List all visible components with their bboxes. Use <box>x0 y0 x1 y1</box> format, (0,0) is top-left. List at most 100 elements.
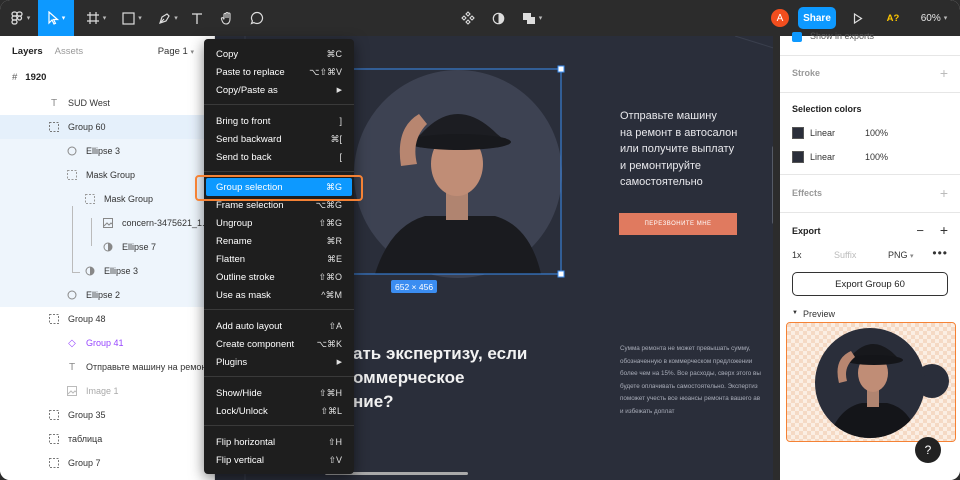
zoom-dropdown[interactable]: 60% ▾ <box>918 0 950 36</box>
component-button[interactable] <box>458 0 478 36</box>
image-icon <box>102 217 114 229</box>
layer-item[interactable]: Mask Group <box>0 187 215 211</box>
tab-layers[interactable]: Layers <box>12 46 43 57</box>
menu-item-send-to-back[interactable]: Send to back [ <box>204 148 354 166</box>
help-button[interactable]: ? <box>915 437 941 463</box>
menu-item-show-hide[interactable]: Show/Hide ⇧⌘H <box>204 384 354 402</box>
menu-item-copy-paste-as[interactable]: Copy/Paste as ▶ <box>204 81 354 99</box>
export-heading: Export <box>792 226 821 236</box>
comment-tool-button[interactable] <box>246 0 268 36</box>
resize-handle[interactable] <box>557 65 565 73</box>
body-line: будете оплачивать самостоятельно. Экспер… <box>620 382 758 390</box>
layer-item[interactable]: Group 48 <box>0 307 215 331</box>
layer-item[interactable]: таблица <box>0 427 215 451</box>
group-icon <box>48 409 60 421</box>
layer-item[interactable]: Ellipse 2 <box>0 283 215 307</box>
menu-item-use-as-mask[interactable]: Use as mask ^⌘M <box>204 286 354 304</box>
dashed-square-icon <box>67 170 77 180</box>
main-menu-button[interactable]: ▾ <box>4 0 36 36</box>
color-swatch[interactable] <box>792 151 804 163</box>
layer-item[interactable]: Ellipse 7 <box>0 235 215 259</box>
layer-item[interactable]: Mask Group <box>0 163 215 187</box>
menu-item-create-component[interactable]: Create component ⌥⌘K <box>204 335 354 353</box>
preview-label[interactable]: Preview <box>803 309 835 319</box>
menu-item-bring-to-front[interactable]: Bring to front] <box>204 112 354 130</box>
menu-item-plugins[interactable]: Plugins ▶ <box>204 353 354 371</box>
user-avatar[interactable]: A <box>771 9 789 27</box>
image-placeholder-icon <box>67 386 77 396</box>
frame-tool-button[interactable]: ▾ <box>80 0 112 36</box>
menu-item-shortcut: ⇧⌘L <box>320 405 342 416</box>
menu-item-shortcut: ⇧V <box>328 454 342 465</box>
show-in-exports-section: Show in exports <box>780 31 960 56</box>
layer-item[interactable]: concern-3475621_1... <box>0 211 215 235</box>
layer-item[interactable]: Image 1 <box>0 379 215 403</box>
layer-item[interactable]: T SUD West <box>0 91 215 115</box>
menu-item-ungroup[interactable]: Ungroup ⇧⌘G <box>204 214 354 232</box>
selection-colors-section: Selection colors Linear 100% Linear 100% <box>780 93 960 175</box>
menu-item-flip-horizontal[interactable]: Flip horizontal ⇧H <box>204 433 354 451</box>
menu-item-flip-vertical[interactable]: Flip vertical ⇧V <box>204 451 354 469</box>
layer-item[interactable]: Group 7 <box>0 451 215 475</box>
menu-item-group-selection[interactable]: Group selection ⌘G <box>206 178 352 196</box>
suffix-input[interactable]: Suffix <box>834 250 856 260</box>
menu-item-label: Flip horizontal <box>216 436 276 448</box>
layer-item[interactable]: T Отправьте машину на ремон... <box>0 355 215 379</box>
export-format-dropdown[interactable]: PNG ▾ <box>888 250 914 260</box>
missing-fonts-button[interactable]: A? <box>884 0 902 36</box>
layer-item-selected[interactable]: Group 60 <box>0 115 215 139</box>
dashed-square-icon <box>49 434 59 444</box>
tab-assets[interactable]: Assets <box>55 46 84 57</box>
cta-button[interactable]: ПЕРЕЗВОНИТЕ МНЕ <box>619 213 737 235</box>
layer-item[interactable]: Group 35 <box>0 403 215 427</box>
menu-item-copy[interactable]: Copy ⌘C <box>204 45 354 63</box>
circle-outline-icon <box>67 146 77 156</box>
menu-item-shortcut: ⌥⌘K <box>316 338 342 349</box>
frame-layer-1920[interactable]: # 1920 <box>0 66 214 88</box>
layer-item[interactable]: Ellipse 3 <box>0 139 215 163</box>
text-tool-button[interactable] <box>186 0 208 36</box>
dashed-square-icon <box>49 458 59 468</box>
color-opacity[interactable]: 100% <box>865 152 888 162</box>
menu-item-lock-unlock[interactable]: Lock/Unlock ⇧⌘L <box>204 402 354 420</box>
layer-item[interactable]: ◇ Group 41 <box>0 331 215 355</box>
move-tool-button[interactable]: ▾ <box>38 0 74 36</box>
group-icon <box>66 169 78 181</box>
color-opacity[interactable]: 100% <box>865 128 888 138</box>
body-line: Сумма ремонта не может превышать сумму, <box>620 345 751 352</box>
hand-tool-button[interactable] <box>216 0 238 36</box>
dashed-square-icon <box>49 314 59 324</box>
layer-label: Ellipse 3 <box>104 266 139 276</box>
menu-item-flatten[interactable]: Flatten ⌘E <box>204 250 354 268</box>
resize-handle[interactable] <box>557 270 565 278</box>
checkbox-checked-icon[interactable] <box>792 32 802 42</box>
menu-item-shortcut: ⌘[ <box>330 133 342 144</box>
mask-button[interactable] <box>488 0 508 36</box>
menu-item-shortcut: ⇧⌘O <box>318 271 342 282</box>
menu-item-paste-to-replace[interactable]: Paste to replace ⌥⇧⌘V <box>204 63 354 81</box>
share-button[interactable]: Share <box>798 7 836 29</box>
add-stroke-plus-icon[interactable]: + <box>940 66 948 80</box>
add-effect-plus-icon[interactable]: + <box>940 186 948 200</box>
add-export-plus-icon[interactable]: + <box>940 222 948 238</box>
color-swatch[interactable] <box>792 127 804 139</box>
menu-item-rename[interactable]: Rename ⌘R <box>204 232 354 250</box>
menu-item-frame-selection[interactable]: Frame selection ⌥⌘G <box>204 196 354 214</box>
layer-item[interactable]: Ellipse 3 <box>0 259 215 283</box>
component-icon <box>461 11 475 25</box>
menu-item-shortcut: ⇧H <box>327 436 342 447</box>
menu-item-add-auto-layout[interactable]: Add auto layout ⇧A <box>204 317 354 335</box>
chevron-down-icon: ▾ <box>102 15 107 22</box>
export-scale[interactable]: 1x <box>792 250 802 260</box>
page-selector[interactable]: Page 1 ▾ <box>158 46 194 57</box>
menu-item-label: Plugins <box>216 356 248 368</box>
boolean-ops-button[interactable]: ▾ <box>516 0 548 36</box>
caret-down-icon[interactable]: ▼ <box>792 310 798 316</box>
minus-icon[interactable]: − <box>916 223 924 238</box>
menu-item-outline-stroke[interactable]: Outline stroke ⇧⌘O <box>204 268 354 286</box>
shape-tool-button[interactable]: ▾ <box>116 0 148 36</box>
menu-item-send-backward[interactable]: Send backward ⌘[ <box>204 130 354 148</box>
pen-tool-button[interactable]: ▾ <box>152 0 184 36</box>
export-button[interactable]: Export Group 60 <box>792 272 948 296</box>
more-options-icon[interactable]: ••• <box>932 246 948 260</box>
